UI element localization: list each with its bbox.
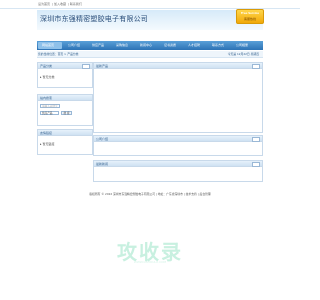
panel-title: 最新产品	[96, 64, 109, 68]
top-links: 设为首页 | 加入收藏 | 联系我们	[38, 2, 82, 6]
contact-link[interactable]: 联系我们	[70, 2, 82, 6]
main-nav: 网站首页 公司介绍 供应产品 采购信息 新闻中心 证书资质 人才招聘 联系方式 …	[37, 41, 263, 50]
add-favorite-link[interactable]: 加入收藏	[54, 2, 66, 6]
list-item: ▸ 暂无链接	[40, 142, 55, 146]
panel-title: 产品分类	[40, 64, 53, 68]
footer-text: 版权所有 © 2022 深圳市东强精密塑胶电子有限公司 | 地址：广东省深圳市 …	[89, 192, 211, 196]
badge-line1: Free Service	[240, 12, 260, 15]
date-text: 今天是 12月22日 星期四	[227, 52, 259, 56]
more-button[interactable]	[252, 137, 260, 142]
list-item: ▸ 暂无分类	[40, 75, 55, 79]
company-intro-panel: 公司介绍	[93, 135, 263, 156]
company-title: 深圳市东强精密塑胶电子有限公司	[40, 15, 148, 23]
nav-item-about[interactable]: 公司介绍	[68, 43, 80, 47]
nav-item-contact[interactable]: 联系方式	[212, 43, 224, 47]
breadcrumb-path: 您的当前位置：首页 > 产品分类	[38, 52, 79, 56]
site-search-panel: 站内搜索 请输入关键字 供应产品 搜 索	[37, 94, 93, 126]
panel-title: 站内搜索	[40, 96, 53, 100]
free-service-badge[interactable]: Free Service 客服热线	[236, 9, 264, 24]
nav-item-news[interactable]: 新闻中心	[140, 43, 152, 47]
search-type-select[interactable]: 供应产品	[40, 111, 59, 115]
nav-item-jobs[interactable]: 人才招聘	[188, 43, 200, 47]
nav-item-purchase[interactable]: 采购信息	[116, 43, 128, 47]
search-button[interactable]: 搜 索	[61, 111, 72, 115]
panel-title: 友情链接	[40, 131, 53, 135]
more-button[interactable]	[252, 162, 260, 167]
nav-item-home[interactable]: 网站首页	[42, 43, 54, 47]
product-category-panel: 产品分类 ▸ 暂无分类	[37, 62, 93, 88]
set-homepage-link[interactable]: 设为首页	[38, 2, 50, 6]
more-button[interactable]	[82, 64, 90, 69]
nav-item-products[interactable]: 供应产品	[92, 43, 104, 47]
friend-links-panel: 友情链接 ▸ 暂无链接	[37, 129, 93, 155]
watermark-url: WWW.GSHOULU.COM	[133, 260, 167, 264]
nav-item-album[interactable]: 公司相册	[236, 43, 248, 47]
more-button[interactable]	[252, 64, 260, 69]
panel-title: 最新新闻	[96, 162, 109, 166]
badge-line2: 客服热线	[243, 17, 256, 21]
latest-products-panel: 最新产品	[93, 62, 263, 133]
panel-title: 公司介绍	[96, 137, 109, 141]
nav-item-certificates[interactable]: 证书资质	[164, 43, 176, 47]
search-input[interactable]: 请输入关键字	[40, 104, 60, 108]
breadcrumb: 您的当前位置：首页 > 产品分类 今天是 12月22日 星期四	[37, 51, 263, 58]
latest-news-panel: 最新新闻	[93, 160, 263, 182]
